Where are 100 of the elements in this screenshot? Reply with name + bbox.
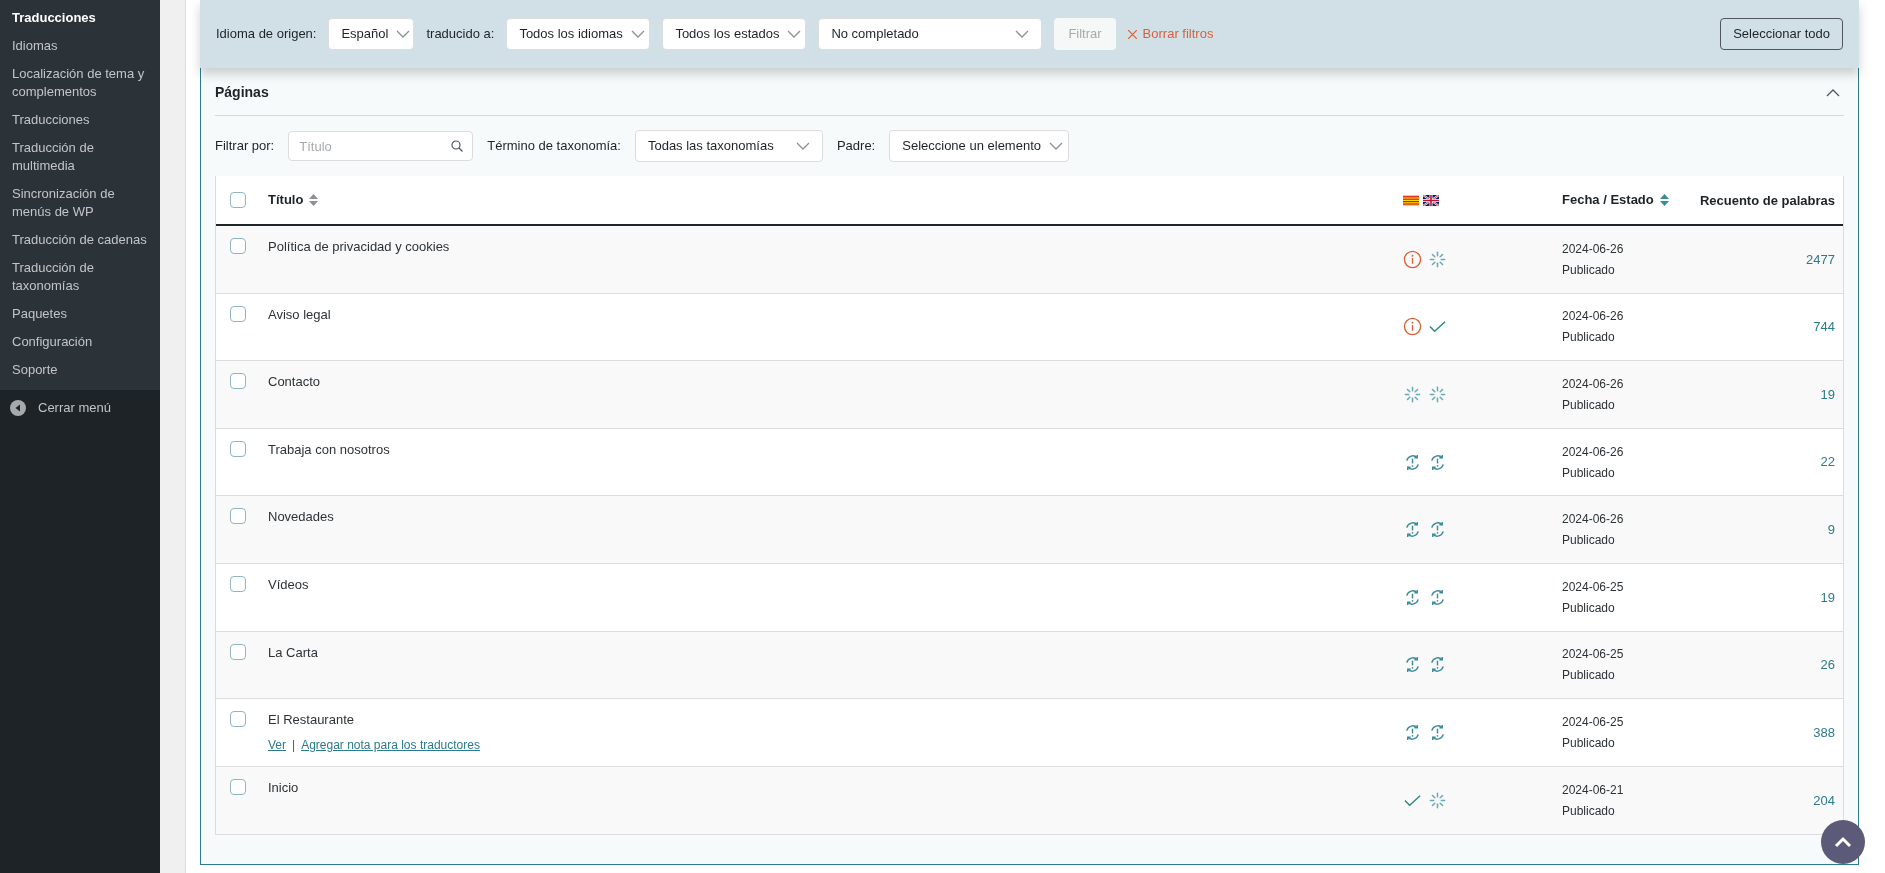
word-count-link[interactable]: 388 bbox=[1813, 722, 1835, 743]
column-header: Título bbox=[268, 191, 304, 210]
refresh-icon[interactable] bbox=[1428, 722, 1447, 742]
word-count-link[interactable]: 22 bbox=[1820, 452, 1835, 472]
chevron-down-icon bbox=[1049, 142, 1063, 150]
spinner-icon[interactable] bbox=[1428, 385, 1447, 404]
spinner-icon[interactable] bbox=[1403, 385, 1422, 404]
parent-label: Padre: bbox=[836, 137, 876, 156]
column-header: Recuento de palabras bbox=[1699, 193, 1835, 208]
refresh-icon[interactable] bbox=[1428, 655, 1447, 675]
sidebar-item[interactable]: Localización de tema y complementos bbox=[0, 60, 160, 106]
date-text: 2024-06-25 bbox=[1562, 578, 1625, 596]
page-title: Aviso legal bbox=[268, 305, 332, 324]
checkbox[interactable] bbox=[230, 575, 246, 592]
parent-select[interactable]: Seleccione un elemento bbox=[889, 130, 1070, 162]
info-icon[interactable] bbox=[1403, 317, 1422, 337]
refresh-icon[interactable] bbox=[1403, 655, 1422, 675]
spinner-icon[interactable] bbox=[1428, 249, 1447, 269]
completion-select[interactable]: No completado bbox=[818, 18, 1043, 50]
chevron-down-icon bbox=[795, 142, 810, 150]
checkbox[interactable] bbox=[230, 373, 246, 390]
status-text: Publicado bbox=[1562, 261, 1616, 279]
title-search-field[interactable]: Título bbox=[288, 131, 474, 161]
sidebar-item[interactable]: Traducción de taxonomías bbox=[0, 254, 160, 300]
sidebar-item[interactable]: Sincronización de menús de WP bbox=[0, 180, 160, 226]
sidebar-item[interactable]: Traducción de multimedia bbox=[0, 134, 160, 180]
page-title: Novedades bbox=[268, 508, 335, 527]
word-count-link[interactable]: 744 bbox=[1813, 317, 1835, 337]
status-text: Publicado bbox=[1562, 329, 1616, 347]
refresh-icon[interactable] bbox=[1403, 520, 1422, 540]
sort-icon[interactable] bbox=[309, 194, 319, 206]
spinner-icon[interactable] bbox=[1428, 791, 1447, 811]
catalan-flag-icon bbox=[1403, 194, 1419, 206]
refresh-icon[interactable] bbox=[1428, 452, 1447, 472]
column-header: Fecha / Estado bbox=[1562, 191, 1654, 210]
row-action-link[interactable]: Ver bbox=[268, 735, 286, 754]
word-count-link[interactable]: 19 bbox=[1820, 384, 1835, 405]
refresh-icon[interactable] bbox=[1403, 587, 1422, 607]
chevron-down-icon bbox=[630, 30, 645, 38]
sidebar-item[interactable]: Idiomas bbox=[0, 32, 160, 60]
status-text: Publicado bbox=[1562, 667, 1616, 685]
sidebar-item[interactable]: Configuración bbox=[0, 328, 160, 356]
checkbox[interactable] bbox=[230, 192, 246, 208]
date-text: 2024-06-26 bbox=[1562, 511, 1625, 529]
checkbox[interactable] bbox=[230, 508, 246, 525]
page-title: Trabaja con nosotros bbox=[268, 440, 391, 459]
date-text: 2024-06-26 bbox=[1562, 308, 1625, 326]
date-text: 2024-06-26 bbox=[1562, 240, 1625, 258]
word-count-link[interactable]: 2477 bbox=[1806, 249, 1835, 270]
page-title: El Restaurante bbox=[268, 711, 355, 730]
panel-title: Páginas bbox=[215, 83, 269, 102]
chevron-down-icon bbox=[787, 30, 802, 38]
checkbox[interactable] bbox=[230, 643, 246, 660]
checkbox[interactable] bbox=[230, 711, 246, 728]
checkbox[interactable] bbox=[230, 305, 246, 322]
checkbox[interactable] bbox=[230, 238, 246, 254]
select-all-button[interactable]: Seleccionar todo bbox=[1720, 18, 1843, 50]
row-action-link[interactable]: Agregar nota para los traductores bbox=[301, 735, 480, 754]
status-text: Publicado bbox=[1562, 599, 1616, 617]
source-language-select[interactable]: Español bbox=[328, 18, 415, 50]
chevron-up-icon bbox=[1834, 836, 1852, 848]
status-text: Publicado bbox=[1562, 803, 1616, 821]
refresh-icon[interactable] bbox=[1428, 520, 1447, 540]
refresh-icon[interactable] bbox=[1403, 722, 1422, 742]
sidebar-item[interactable]: Traducción de cadenas bbox=[0, 226, 160, 254]
sidebar-item[interactable]: Paquetes bbox=[0, 300, 160, 328]
status-text: Publicado bbox=[1562, 734, 1616, 752]
taxonomy-label: Término de taxonomía: bbox=[487, 137, 621, 156]
checkbox[interactable] bbox=[230, 440, 246, 457]
refresh-icon[interactable] bbox=[1428, 587, 1447, 607]
source-language-label: Idioma de origen: bbox=[216, 25, 317, 44]
target-language-label: traducido a: bbox=[426, 25, 495, 44]
status-text: Publicado bbox=[1562, 464, 1616, 482]
date-text: 2024-06-21 bbox=[1562, 782, 1625, 800]
date-text: 2024-06-25 bbox=[1562, 713, 1625, 731]
uk-flag-icon bbox=[1423, 194, 1439, 206]
date-text: 2024-06-26 bbox=[1562, 443, 1625, 461]
sidebar-item[interactable]: Traducciones bbox=[0, 106, 160, 134]
target-language-select[interactable]: Todos los idiomas bbox=[506, 18, 651, 50]
collapse-panel-icon[interactable] bbox=[1826, 88, 1840, 97]
collapse-menu-button[interactable]: Cerrar menú bbox=[0, 390, 160, 426]
status-select[interactable]: Todos los estados bbox=[662, 18, 807, 50]
page-title: Vídeos bbox=[268, 575, 310, 594]
word-count-link[interactable]: 204 bbox=[1813, 790, 1835, 811]
checkbox[interactable] bbox=[230, 778, 246, 795]
taxonomy-select[interactable]: Todas las taxonomías bbox=[634, 130, 823, 162]
word-count-link[interactable]: 19 bbox=[1820, 587, 1835, 607]
refresh-icon[interactable] bbox=[1403, 452, 1422, 472]
chevron-down-icon bbox=[396, 30, 411, 38]
page-title: Política de privacidad y cookies bbox=[268, 238, 451, 256]
chevron-down-icon bbox=[1015, 30, 1030, 38]
word-count-link[interactable]: 26 bbox=[1820, 655, 1835, 675]
word-count-link[interactable]: 9 bbox=[1827, 519, 1835, 540]
sidebar-item[interactable]: Soporte bbox=[0, 356, 160, 384]
collapse-icon bbox=[10, 399, 26, 416]
sidebar-item[interactable]: Traducciones bbox=[0, 4, 160, 32]
sort-icon[interactable] bbox=[1659, 194, 1669, 206]
info-icon[interactable] bbox=[1403, 249, 1422, 269]
date-text: 2024-06-25 bbox=[1562, 646, 1625, 664]
page-title: La Carta bbox=[268, 643, 319, 662]
